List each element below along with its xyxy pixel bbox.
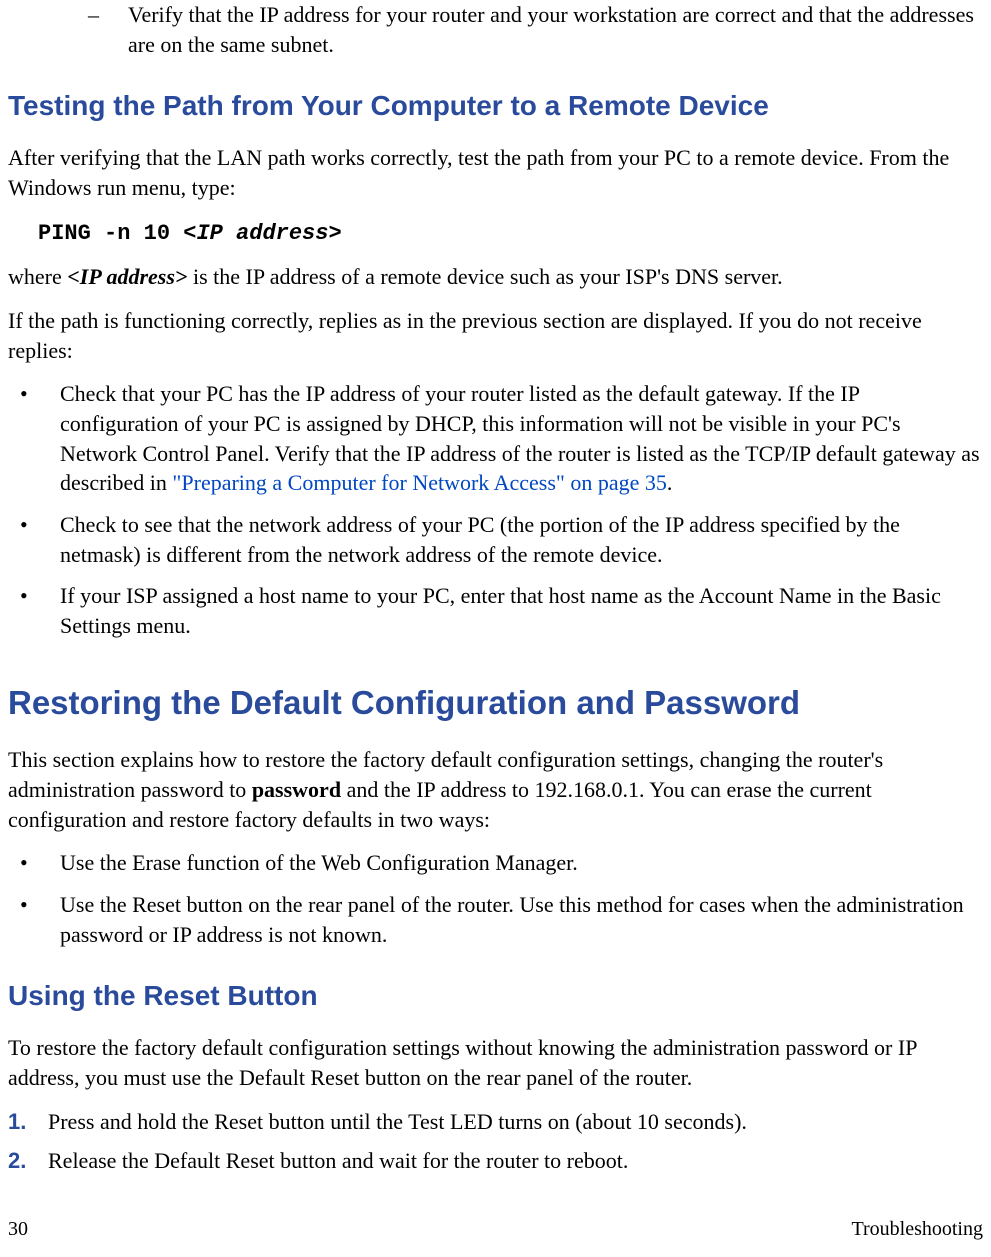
sub-bullet-list: – Verify that the IP address for your ro…	[8, 0, 983, 59]
bullet-icon: •	[8, 379, 60, 498]
list-item-text: Use the Erase function of the Web Config…	[60, 848, 578, 878]
command-text: PING -n 10 <	[38, 221, 196, 246]
paragraph: After verifying that the LAN path works …	[8, 143, 983, 202]
step-number: 1.	[8, 1107, 48, 1137]
cross-reference-link[interactable]: "Preparing a Computer for Network Access…	[172, 470, 667, 495]
bullet-list: • Check that your PC has the IP address …	[8, 379, 983, 641]
command-text: >	[328, 221, 341, 246]
command-variable: IP address	[196, 221, 328, 246]
sub-bullet-text: Verify that the IP address for your rout…	[128, 0, 983, 59]
bullet-list: • Use the Erase function of the Web Conf…	[8, 848, 983, 949]
text-run: is the IP address of a remote device suc…	[187, 264, 782, 289]
footer-section-title: Troubleshooting	[851, 1216, 983, 1243]
list-item: • Use the Reset button on the rear panel…	[8, 890, 983, 949]
sub-bullet-item: – Verify that the IP address for your ro…	[88, 0, 983, 59]
bullet-icon: •	[8, 581, 60, 640]
page-number: 30	[8, 1216, 28, 1243]
step-text: Release the Default Reset button and wai…	[48, 1146, 628, 1176]
dash-marker: –	[88, 0, 128, 59]
page-footer: 30 Troubleshooting	[8, 1216, 983, 1243]
paragraph: where <IP address> is the IP address of …	[8, 262, 983, 292]
text-run: where	[8, 264, 67, 289]
variable-reference: <IP address>	[67, 264, 187, 289]
list-item-text: Check that your PC has the IP address of…	[60, 379, 983, 498]
list-item: • Check to see that the network address …	[8, 510, 983, 569]
bold-text: password	[252, 777, 341, 802]
section-heading-testing-path: Testing the Path from Your Computer to a…	[8, 87, 983, 125]
step-item: 2. Release the Default Reset button and …	[8, 1146, 983, 1176]
command-line: PING -n 10 <IP address>	[38, 217, 983, 249]
step-number: 2.	[8, 1146, 48, 1176]
text-run: .	[667, 470, 673, 495]
paragraph: If the path is functioning correctly, re…	[8, 306, 983, 365]
numbered-steps: 1. Press and hold the Reset button until…	[8, 1107, 983, 1176]
bullet-icon: •	[8, 890, 60, 949]
list-item: • If your ISP assigned a host name to yo…	[8, 581, 983, 640]
list-item: • Use the Erase function of the Web Conf…	[8, 848, 983, 878]
list-item-text: Check to see that the network address of…	[60, 510, 983, 569]
section-heading-reset-button: Using the Reset Button	[8, 977, 983, 1015]
section-heading-restoring-default: Restoring the Default Configuration and …	[8, 681, 983, 726]
list-item-text: Use the Reset button on the rear panel o…	[60, 890, 983, 949]
paragraph: This section explains how to restore the…	[8, 745, 983, 834]
bullet-icon: •	[8, 510, 60, 569]
list-item-text: If your ISP assigned a host name to your…	[60, 581, 983, 640]
bullet-icon: •	[8, 848, 60, 878]
step-item: 1. Press and hold the Reset button until…	[8, 1107, 983, 1137]
paragraph: To restore the factory default configura…	[8, 1033, 983, 1092]
step-text: Press and hold the Reset button until th…	[48, 1107, 747, 1137]
list-item: • Check that your PC has the IP address …	[8, 379, 983, 498]
